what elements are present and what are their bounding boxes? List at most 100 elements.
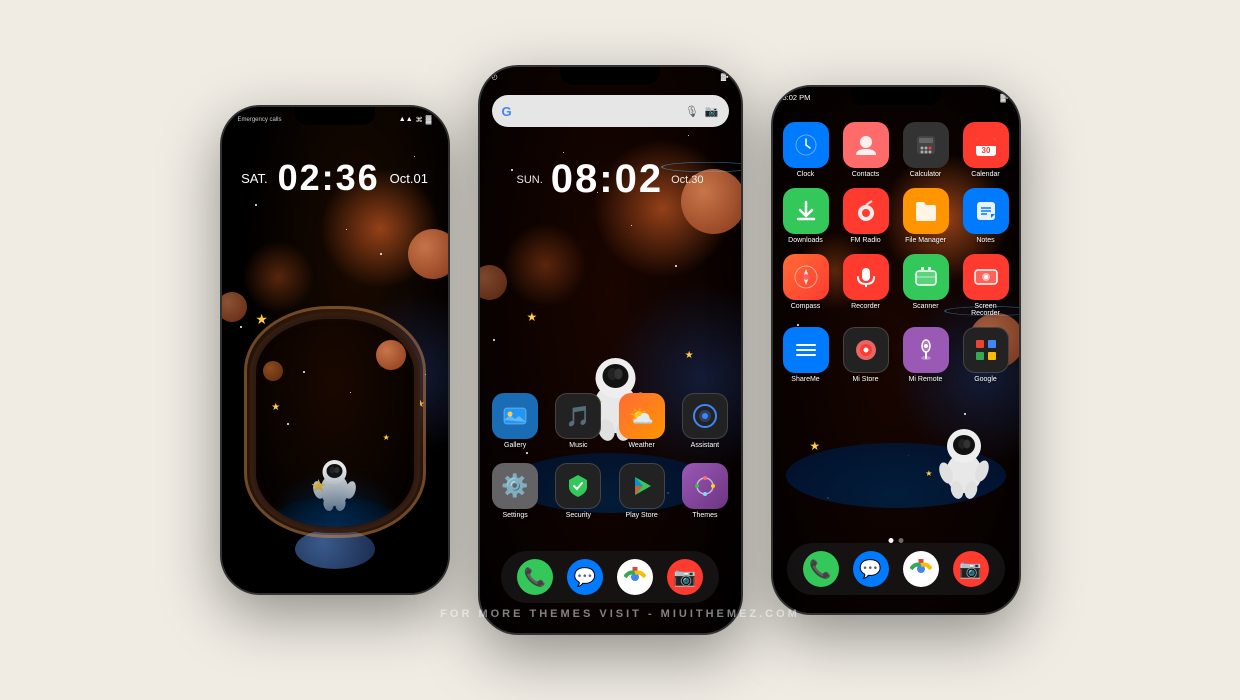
weather-label: Weather — [628, 442, 654, 449]
search-mic-icon: 🎙 — [685, 105, 699, 118]
star-y1: ★ — [526, 310, 537, 324]
phone-2-mockup: ★ ★ ★ — [478, 65, 743, 635]
phone3-screen: ★ ★ 8:02 PM ▓▪ — [773, 87, 1019, 613]
phone-3-mockup: ★ ★ 8:02 PM ▓▪ — [771, 85, 1021, 615]
app3-shareme[interactable]: ShareMe — [781, 327, 831, 383]
app3-fmradio[interactable]: FM Radio — [841, 188, 891, 244]
assistant-label: Assistant — [691, 442, 719, 449]
search-lens-icon: 📷 — [705, 105, 719, 118]
app-gallery[interactable]: Gallery — [492, 393, 539, 449]
phone1-screen: ★ ★ ★ Emergency calls ▲▲ ⌘ ▓ SAT. 02:36 … — [222, 107, 448, 593]
phone2-screen: ★ ★ ★ — [480, 67, 741, 633]
phone1-status-bar: Emergency calls ▲▲ ⌘ ▓ — [222, 109, 448, 126]
app-row-1: Gallery 🎵 Music ⛅ Weather — [492, 393, 729, 449]
app-playstore[interactable]: Play Store — [618, 463, 665, 519]
dock3-chrome[interactable] — [903, 551, 939, 587]
app3-calculator[interactable]: Calculator — [901, 122, 951, 178]
app3-downloads[interactable]: Downloads — [781, 188, 831, 244]
app3-calendar[interactable]: 30 Calendar — [961, 122, 1011, 178]
status-icons-1: ▲▲ ⌘ ▓ — [399, 115, 432, 124]
filemanager-label: File Manager — [905, 237, 946, 244]
dock-messages[interactable]: 💬 — [567, 559, 603, 595]
phone2-date: Oct.30 — [671, 174, 703, 186]
app3-recorder[interactable]: Recorder — [841, 254, 891, 317]
phone3-app-grid: Clock Contacts Calculator — [773, 122, 1019, 393]
phone2-wallpaper: ★ ★ ★ — [480, 67, 741, 633]
calculator-label: Calculator — [910, 171, 942, 178]
planet-blue-1 — [295, 529, 375, 569]
fmradio-label: FM Radio — [850, 237, 880, 244]
app-row-2: ⚙️ Settings Security Play — [492, 463, 729, 519]
viewport-window: ★ ★ — [250, 313, 420, 533]
notes-label: Notes — [976, 237, 994, 244]
star-p3-1: ★ — [809, 439, 820, 453]
battery-icon: ▓ — [426, 115, 432, 124]
phone3-battery: ▓▪ — [1000, 93, 1008, 102]
music-label: Music — [569, 442, 587, 449]
themes-label: Themes — [692, 512, 717, 519]
dock3-camera[interactable]: 📷 — [953, 551, 989, 587]
google-g-icon: G — [502, 104, 512, 119]
app-music[interactable]: 🎵 Music — [555, 393, 602, 449]
svg-text:30: 30 — [981, 146, 990, 155]
app3-scanner[interactable]: Scanner — [901, 254, 951, 317]
phone2-status-bar: ◴ ▓▪ — [480, 69, 741, 85]
phone2-day: SUN. — [517, 174, 543, 186]
scanner-label: Scanner — [912, 303, 938, 310]
calendar-label: Calendar — [971, 171, 999, 178]
app-security[interactable]: Security — [555, 463, 602, 519]
phone3-dock: 📞 💬 📷 — [787, 543, 1005, 595]
phone3-status-bar: 8:02 PM ▓▪ — [773, 89, 1019, 106]
settings-label: Settings — [502, 512, 527, 519]
app3-compass[interactable]: Compass — [781, 254, 831, 317]
contacts-label: Contacts — [852, 171, 880, 178]
dock3-messages[interactable]: 💬 — [853, 551, 889, 587]
app3-google[interactable]: Google — [961, 327, 1011, 383]
mistore-label: Mi Store — [852, 376, 878, 383]
phone2-clock: SUN. 08:02 Oct.30 — [480, 157, 741, 202]
app-row-3-1: Clock Contacts Calculator — [781, 122, 1011, 178]
dock-chrome[interactable] — [617, 559, 653, 595]
phone2-status-icons: ▓▪ — [721, 73, 729, 81]
compass-label: Compass — [791, 303, 821, 310]
phone2-app-grid: Gallery 🎵 Music ⛅ Weather — [480, 393, 741, 533]
downloads-label: Downloads — [788, 237, 823, 244]
app-row-3-3: Compass Recorder Scanner — [781, 254, 1011, 317]
phone1-time: 02:36 — [278, 157, 380, 199]
security-label: Security — [566, 512, 591, 519]
phone-1-mockup: ★ ★ ★ Emergency calls ▲▲ ⌘ ▓ SAT. 02:36 … — [220, 105, 450, 595]
app3-screenrecorder[interactable]: Screen Recorder — [961, 254, 1011, 317]
main-container: ★ ★ ★ Emergency calls ▲▲ ⌘ ▓ SAT. 02:36 … — [0, 0, 1240, 700]
app-weather[interactable]: ⛅ Weather — [618, 393, 665, 449]
phone2-search-bar[interactable]: G 🎙 📷 — [492, 95, 729, 127]
app-row-3-2: Downloads FM Radio File Manager — [781, 188, 1011, 244]
emergency-calls: Emergency calls — [238, 117, 282, 123]
phone1-day: SAT. — [241, 171, 268, 186]
app3-notes[interactable]: Notes — [961, 188, 1011, 244]
app3-contacts[interactable]: Contacts — [841, 122, 891, 178]
phone2-time: 08:02 — [551, 157, 663, 202]
phone3-status-icons: ▓▪ — [1000, 93, 1008, 102]
screenrec-label: Screen Recorder — [961, 303, 1011, 317]
app-themes[interactable]: Themes — [681, 463, 728, 519]
wifi-icon: ⌘ — [416, 116, 423, 124]
app3-filemanager[interactable]: File Manager — [901, 188, 951, 244]
clock-label: Clock — [797, 171, 815, 178]
app-settings[interactable]: ⚙️ Settings — [492, 463, 539, 519]
app3-mistore[interactable]: Mi Store — [841, 327, 891, 383]
google-label: Google — [974, 376, 997, 383]
cam-icon-status: ◴ — [492, 73, 498, 81]
app-assistant[interactable]: Assistant — [681, 393, 728, 449]
dock3-phone[interactable]: 📞 — [803, 551, 839, 587]
app3-clock[interactable]: Clock — [781, 122, 831, 178]
playstore-label: Play Store — [625, 512, 657, 519]
miremote-label: Mi Remote — [909, 376, 943, 383]
app-row-3-4: ShareMe Mi Store Mi Remote — [781, 327, 1011, 383]
dock-camera[interactable]: 📷 — [667, 559, 703, 595]
watermark-text: FOR MORE THEMES VISIT - MIUITHEMEZ.COM — [440, 608, 800, 620]
phone1-date: Oct.01 — [390, 171, 428, 186]
dock-phone[interactable]: 📞 — [517, 559, 553, 595]
app3-miremote[interactable]: Mi Remote — [901, 327, 951, 383]
battery-status-2: ▓▪ — [721, 74, 729, 81]
signal-icon: ▲▲ — [399, 116, 413, 123]
